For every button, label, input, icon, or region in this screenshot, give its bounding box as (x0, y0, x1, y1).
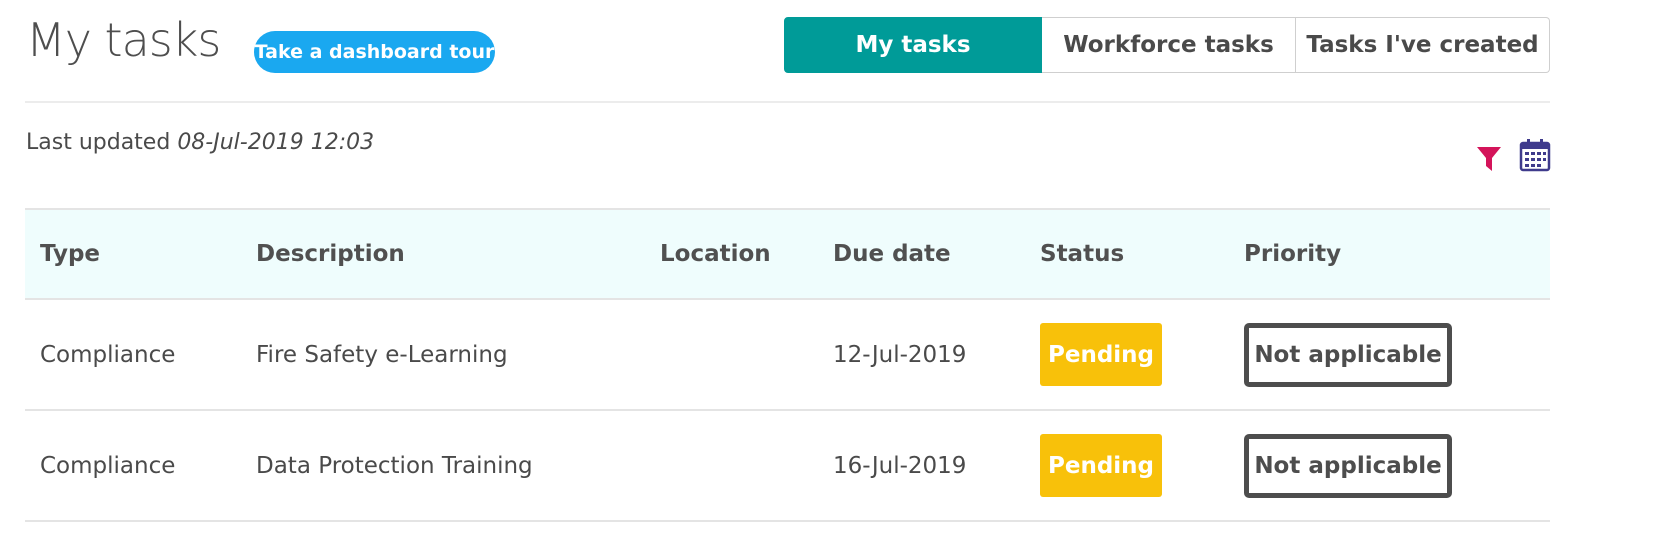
tab-workforce-tasks[interactable]: Workforce tasks (1042, 17, 1296, 73)
table-row[interactable]: Compliance Data Protection Training 16-J… (25, 411, 1550, 522)
task-due-date: 12-Jul-2019 (833, 341, 967, 368)
tab-my-tasks[interactable]: My tasks (784, 17, 1042, 73)
task-description[interactable]: Fire Safety e-Learning (256, 300, 508, 409)
last-updated-timestamp: 08-Jul-2019 12:03 (177, 130, 375, 155)
dashboard-tour-button[interactable]: Take a dashboard tour (254, 31, 495, 73)
tasks-table: Type Description Location Due date Statu… (25, 208, 1550, 522)
column-header-priority[interactable]: Priority (1244, 210, 1341, 298)
status-cell: Pending (1040, 300, 1162, 409)
task-tabs: My tasks Workforce tasks Tasks I've crea… (784, 17, 1550, 73)
priority-cell: Not applicable (1244, 300, 1452, 409)
page: My tasks Take a dashboard tour My tasks … (0, 0, 1653, 557)
column-header-description[interactable]: Description (256, 210, 405, 298)
last-updated: Last updated 08-Jul-2019 12:03 (26, 130, 374, 155)
column-header-due-date[interactable]: Due date (833, 210, 951, 298)
column-header-status[interactable]: Status (1040, 210, 1124, 298)
column-header-location[interactable]: Location (660, 210, 771, 298)
page-title: My tasks (26, 13, 221, 67)
status-cell: Pending (1040, 411, 1162, 520)
task-type: Compliance (40, 341, 176, 368)
header-divider (25, 101, 1550, 103)
calendar-icon[interactable] (1519, 138, 1551, 172)
status-badge: Pending (1040, 323, 1162, 386)
filter-icon[interactable] (1474, 143, 1504, 173)
priority-badge: Not applicable (1244, 433, 1452, 498)
priority-cell: Not applicable (1244, 411, 1452, 520)
status-badge: Pending (1040, 434, 1162, 497)
tab-tasks-created[interactable]: Tasks I've created (1296, 17, 1550, 73)
table-header: Type Description Location Due date Statu… (25, 208, 1550, 300)
table-row[interactable]: Compliance Fire Safety e-Learning 12-Jul… (25, 300, 1550, 411)
priority-badge: Not applicable (1244, 322, 1452, 387)
column-header-type[interactable]: Type (40, 210, 100, 298)
task-due-date: 16-Jul-2019 (833, 452, 967, 479)
task-type: Compliance (40, 452, 176, 479)
task-description[interactable]: Data Protection Training (256, 411, 533, 520)
last-updated-label: Last updated (26, 130, 171, 155)
